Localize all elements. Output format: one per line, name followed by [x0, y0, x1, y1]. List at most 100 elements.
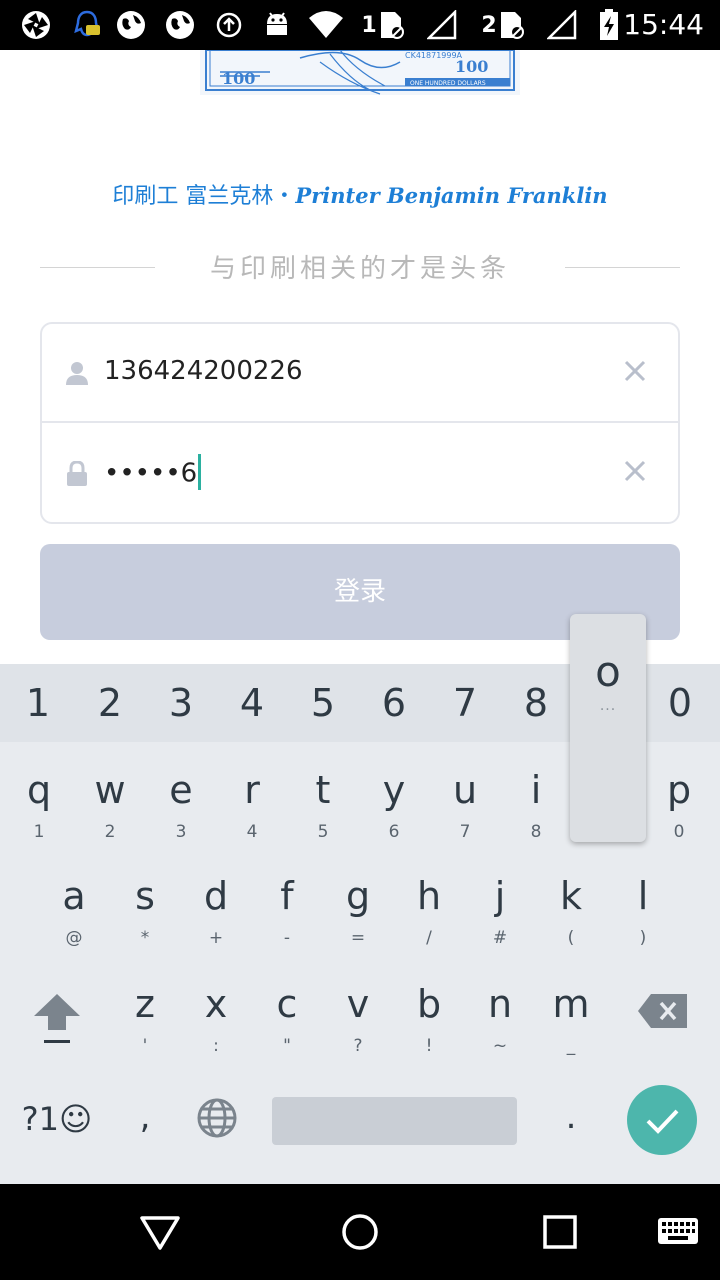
password-input[interactable]: •••••6: [104, 454, 202, 492]
sim2-label: 2: [481, 12, 497, 38]
key-preview-more: ...: [599, 698, 617, 714]
brand-tagline-cn: 印刷工 富兰克林・: [112, 184, 296, 209]
key-secondary-label: /: [426, 928, 432, 948]
shift-key[interactable]: [24, 990, 90, 1050]
key-v[interactable]: v?: [328, 982, 388, 1056]
number-key-label: 4: [239, 681, 265, 725]
key-t[interactable]: t5: [293, 768, 353, 842]
key-label: p: [666, 768, 692, 812]
number-key-4[interactable]: 4: [222, 664, 282, 742]
sim1-label: 1: [361, 12, 377, 38]
number-key-label: 2: [97, 681, 123, 725]
keyboard-switch-button[interactable]: [656, 1212, 702, 1252]
key-label: h: [416, 874, 442, 918]
clock: 15:44: [623, 8, 704, 41]
key-w[interactable]: w2: [80, 768, 140, 842]
number-key-5[interactable]: 5: [293, 664, 353, 742]
key-s[interactable]: s *: [115, 874, 175, 948]
number-key-label: 1: [25, 681, 51, 725]
comma-key[interactable]: ,: [120, 1094, 170, 1144]
key-preview-popup: o ...: [570, 614, 646, 842]
backspace-key[interactable]: [632, 992, 694, 1038]
key-secondary-label: (: [567, 928, 575, 948]
phone-field[interactable]: 136424200226: [42, 324, 678, 423]
key-secondary-label: 1: [33, 822, 45, 842]
key-c[interactable]: c ": [257, 982, 317, 1056]
recents-button[interactable]: [540, 1212, 584, 1252]
key-label: q: [26, 768, 52, 812]
key-secondary-label: _: [566, 1036, 576, 1056]
key-secondary-label: #: [492, 928, 508, 948]
shift-icon: [34, 994, 80, 1043]
number-key-3[interactable]: 3: [151, 664, 211, 742]
back-button[interactable]: [138, 1212, 182, 1252]
key-b[interactable]: b!: [399, 982, 459, 1056]
key-y[interactable]: y6: [364, 768, 424, 842]
key-secondary-label: :: [213, 1036, 219, 1056]
clear-password-icon[interactable]: [622, 458, 648, 484]
key-secondary-label: ~: [492, 1036, 508, 1056]
key-label: d: [203, 874, 229, 918]
backspace-icon: [638, 994, 687, 1028]
number-key-6[interactable]: 6: [364, 664, 424, 742]
key-label: c: [276, 982, 298, 1026]
key-label: y: [382, 768, 406, 812]
key-label: k: [559, 874, 582, 918]
key-preview-letter: o: [595, 647, 621, 696]
key-g[interactable]: g =: [328, 874, 388, 948]
svg-text:CK41871999A: CK41871999A: [405, 51, 463, 60]
key-label: u: [452, 768, 478, 812]
key-l[interactable]: l): [613, 874, 673, 948]
key-label: m: [552, 982, 590, 1026]
space-bar[interactable]: [272, 1097, 517, 1145]
key-p[interactable]: p0: [649, 768, 709, 842]
key-h[interactable]: h /: [399, 874, 459, 948]
number-key-2[interactable]: 2: [80, 664, 140, 742]
back-triangle-icon: [140, 1216, 180, 1250]
clear-phone-icon[interactable]: [622, 358, 648, 384]
key-n[interactable]: n ~: [470, 982, 530, 1056]
key-x[interactable]: x:: [186, 982, 246, 1056]
symbols-key[interactable]: ?1☺: [14, 1094, 100, 1144]
key-u[interactable]: u7: [435, 768, 495, 842]
cell-signal-empty-icon-2: [544, 10, 580, 40]
lock-icon: [66, 460, 88, 486]
key-f[interactable]: f-: [257, 874, 317, 948]
period-key[interactable]: .: [546, 1094, 596, 1144]
key-r[interactable]: r4: [222, 768, 282, 842]
key-i[interactable]: i8: [506, 768, 566, 842]
key-m[interactable]: m _: [541, 982, 601, 1056]
key-label: t: [315, 768, 331, 812]
key-e[interactable]: e3: [151, 768, 211, 842]
key-k[interactable]: k(: [541, 874, 601, 948]
key-secondary-label: ): [639, 928, 647, 948]
key-secondary-label: @: [65, 928, 83, 948]
key-secondary-label: 7: [459, 822, 471, 842]
key-secondary-label: 6: [388, 822, 400, 842]
person-icon: [66, 361, 88, 385]
key-secondary-label: 8: [530, 822, 542, 842]
key-secondary-label: !: [425, 1036, 433, 1056]
home-button[interactable]: [340, 1212, 384, 1252]
key-secondary-label: 4: [246, 822, 258, 842]
number-key-0[interactable]: 0: [650, 664, 710, 742]
language-key[interactable]: [194, 1096, 240, 1142]
sim2-no-signal-icon: 2: [478, 10, 528, 40]
key-z[interactable]: z ': [115, 982, 175, 1056]
login-card: 136424200226 •••••6: [40, 322, 680, 524]
key-j[interactable]: j #: [470, 874, 530, 948]
cell-signal-empty-icon: [424, 10, 460, 40]
key-label: s: [135, 874, 155, 918]
key-d[interactable]: d +: [186, 874, 246, 948]
key-q[interactable]: q1: [9, 768, 69, 842]
key-label: r: [244, 768, 260, 812]
password-field[interactable]: •••••6: [42, 424, 678, 523]
number-key-7[interactable]: 7: [435, 664, 495, 742]
key-label: i: [530, 768, 542, 812]
number-key-1[interactable]: 1: [8, 664, 68, 742]
key-a[interactable]: a @: [44, 874, 104, 948]
phone-input[interactable]: 136424200226: [104, 356, 303, 386]
keyboard-icon: [658, 1218, 698, 1244]
enter-key[interactable]: [627, 1085, 697, 1155]
number-key-8[interactable]: 8: [506, 664, 566, 742]
